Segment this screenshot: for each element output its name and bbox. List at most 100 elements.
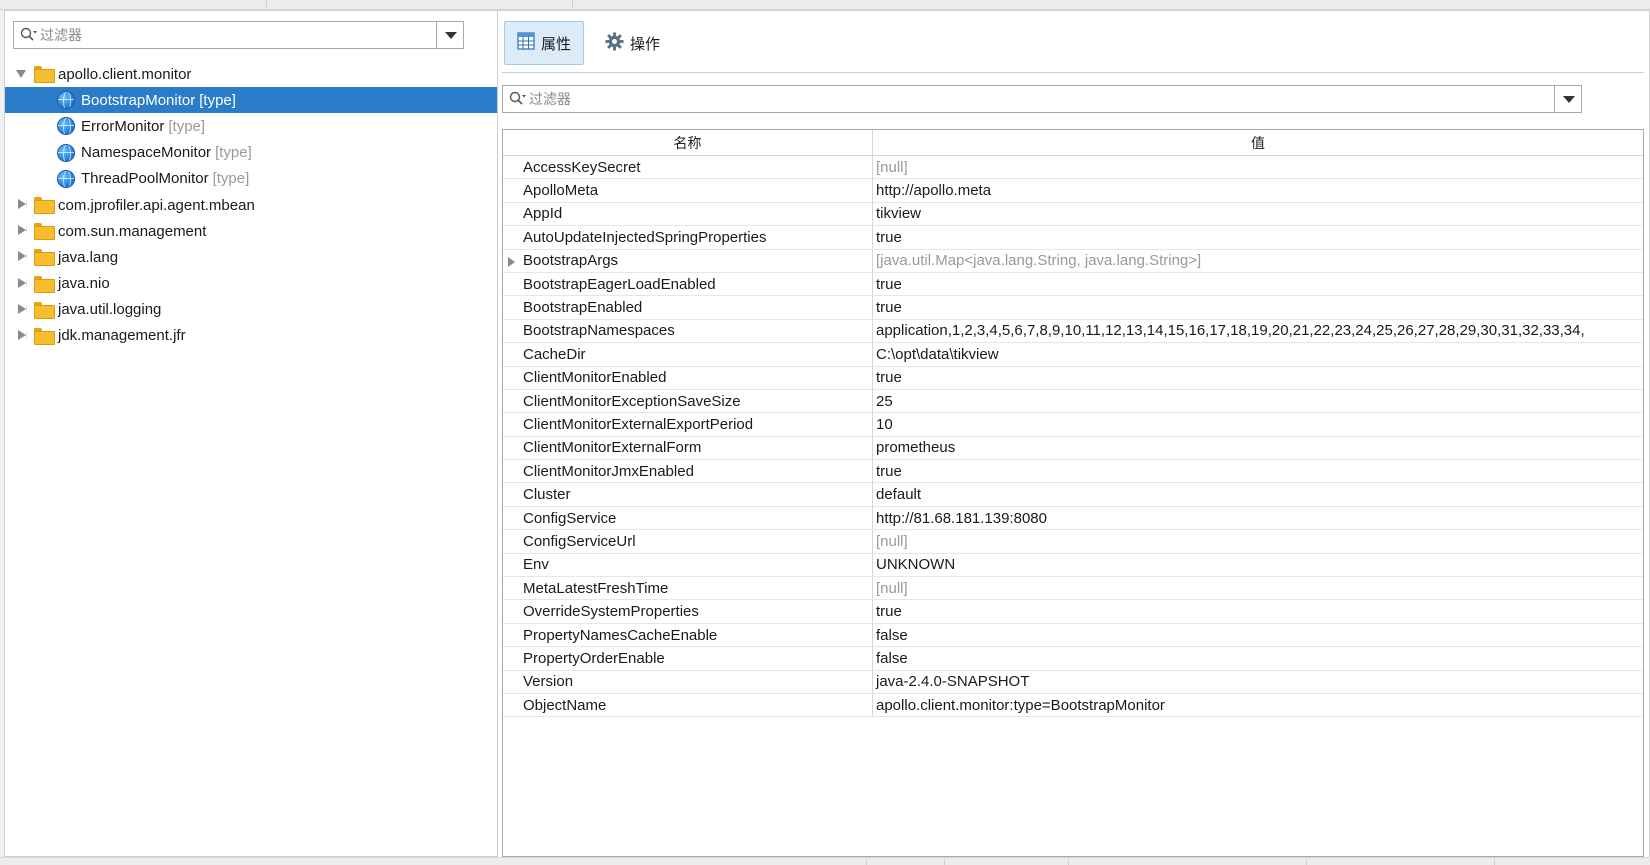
attribute-name: ClientMonitorExceptionSaveSize [523,392,741,410]
tree-mbean-node[interactable]: NamespaceMonitor [type] [5,140,497,166]
table-row[interactable]: AccessKeySecret [null] [503,156,1643,180]
tree-filter-input[interactable] [40,27,436,43]
attribute-value-cell: [null] [876,532,908,550]
top-strip [0,0,1650,10]
table-header: 名称 值 [503,130,1643,156]
attribute-name: Cluster [523,486,571,504]
table-row[interactable]: Cluster default [503,483,1643,507]
attribute-filter-input[interactable] [529,91,1554,107]
table-row[interactable]: ClientMonitorJmxEnabled true [503,460,1643,484]
table-row[interactable]: PropertyNamesCacheEnable false [503,623,1643,648]
table-row[interactable]: ApolloMeta http://apollo.meta [503,179,1643,203]
tree-mbean-node[interactable]: ThreadPoolMonitor [type] [5,166,497,192]
attribute-value-cell: default [876,486,922,504]
attribute-value-cell: http://apollo.meta [876,182,992,200]
tree-package-node[interactable]: com.sun.management [5,218,497,244]
attribute-name: CacheDir [523,345,586,363]
tree-package-node[interactable]: java.util.logging [5,297,497,323]
attribute-name-cell: Env [503,553,873,577]
table-row[interactable]: ObjectName apollo.client.monitor:type=Boo… [503,693,1643,718]
attribute-value-cell: 25 [876,392,893,410]
attribute-name-cell: AppId [503,202,873,226]
tree-node-text: jdk.management.jfr [58,327,186,345]
tab-attributes-label: 属性 [541,35,572,53]
globe-icon [57,117,75,136]
table-row[interactable]: ConfigService http://81.68.181.139:8080 [503,506,1643,531]
attribute-name-cell: AutoUpdateInjectedSpringProperties [503,226,873,249]
tree-node-label: java.util.logging [58,301,161,318]
search-icon[interactable] [503,86,529,112]
globe-icon [57,169,75,188]
expand-right-icon[interactable] [18,303,27,314]
attribute-value-cell: true [876,603,902,621]
tree-package-node[interactable]: com.jprofiler.api.agent.mbean [5,192,497,218]
tree-node-label: BootstrapMonitor [type] [81,92,236,109]
attribute-name: AppId [523,205,563,223]
table-row[interactable]: BootstrapArgs [java.util.Map<java.lang.St… [503,249,1643,273]
attribute-name-cell: ApolloMeta [503,179,873,202]
tree-package-node[interactable]: java.nio [5,271,497,297]
chevron-down-icon[interactable] [436,22,463,48]
table-row[interactable]: AppId tikview [503,202,1643,227]
column-header-name[interactable]: 名称 [503,130,873,155]
attribute-name: ObjectName [523,696,607,714]
column-header-value[interactable]: 值 [873,130,1643,155]
details-panel: 属性 操作 名称 值 AccessKeySecret [null] ApolloMe… [498,10,1650,857]
table-row[interactable]: OverrideSystemProperties true [503,600,1643,624]
table-row[interactable]: Env UNKNOWN [503,553,1643,578]
table-row[interactable]: ClientMonitorExceptionSaveSize 25 [503,389,1643,414]
tree-node-text: java.util.logging [58,301,162,319]
attribute-name-cell: ClientMonitorEnabled [503,366,873,389]
table-row[interactable]: ClientMonitorExternalForm prometheus [503,436,1643,461]
expand-right-icon[interactable] [18,251,27,262]
expand-right-icon[interactable] [18,225,27,236]
table-row[interactable]: CacheDir C:\opt\data\tikview [503,343,1643,367]
tab-operations-label: 操作 [630,35,661,53]
attribute-name: ClientMonitorExternalExportPeriod [523,415,754,433]
expand-right-icon[interactable] [18,277,27,288]
table-row[interactable]: ClientMonitorEnabled true [503,366,1643,390]
expand-right-icon[interactable] [18,329,27,340]
table-row[interactable]: BootstrapEnabled true [503,296,1643,320]
attribute-value-cell: true [876,462,902,480]
attribute-value-cell: http://81.68.181.139:8080 [876,509,1047,527]
table-row[interactable]: BootstrapNamespaces application,1,2,3,4,5… [503,319,1643,344]
attribute-value-cell: [null] [876,158,908,176]
expand-right-icon[interactable] [508,256,515,267]
attribute-value-cell: java-2.4.0-SNAPSHOT [876,673,1030,691]
attribute-name: OverrideSystemProperties [523,603,699,621]
table-row[interactable]: PropertyOrderEnable false [503,647,1643,671]
table-row[interactable]: AutoUpdateInjectedSpringProperties true [503,226,1643,250]
search-icon[interactable] [14,22,40,48]
tree-package-node[interactable]: jdk.management.jfr [5,323,497,349]
tree-node-text: ThreadPoolMonitor [81,170,209,188]
table-row[interactable]: BootstrapEagerLoadEnabled true [503,272,1643,297]
tree-filter-box [13,21,464,49]
chevron-down-icon[interactable] [1554,86,1581,112]
tree-node-label: apollo.client.monitor [58,66,191,83]
tree-package-node[interactable]: java.lang [5,244,497,270]
tree-node-label: ErrorMonitor [type] [81,118,205,135]
tree-node-type-tag: [type] [212,170,250,188]
attribute-name-cell: Version [503,670,873,693]
table-row[interactable]: ClientMonitorExternalExportPeriod 10 [503,413,1643,437]
attribute-name-cell: Cluster [503,483,873,506]
table-row[interactable]: MetaLatestFreshTime [null] [503,577,1643,601]
attribute-name-cell: ClientMonitorExternalForm [503,436,873,460]
tree-mbean-node[interactable]: ErrorMonitor [type] [5,113,497,139]
attribute-value-cell: true [876,369,902,387]
attribute-name-cell: BootstrapEagerLoadEnabled [503,272,873,296]
tab-attributes[interactable]: 属性 [504,21,585,65]
tree-package-node[interactable]: apollo.client.monitor [5,61,497,87]
tab-operations[interactable]: 操作 [592,21,673,65]
tree-node-text: java.nio [58,275,110,293]
tree-mbean-node[interactable]: BootstrapMonitor [type] [5,87,497,114]
tree-node-label: com.jprofiler.api.agent.mbean [58,197,255,214]
attribute-name-cell: OverrideSystemProperties [503,600,873,623]
attribute-name-cell: ClientMonitorExceptionSaveSize [503,389,873,413]
table-row[interactable]: ConfigServiceUrl [null] [503,530,1643,554]
expand-down-icon[interactable] [16,70,26,78]
table-row[interactable]: Version java-2.4.0-SNAPSHOT [503,670,1643,694]
expand-right-icon[interactable] [18,198,27,209]
attribute-value-cell: [null] [876,579,908,597]
